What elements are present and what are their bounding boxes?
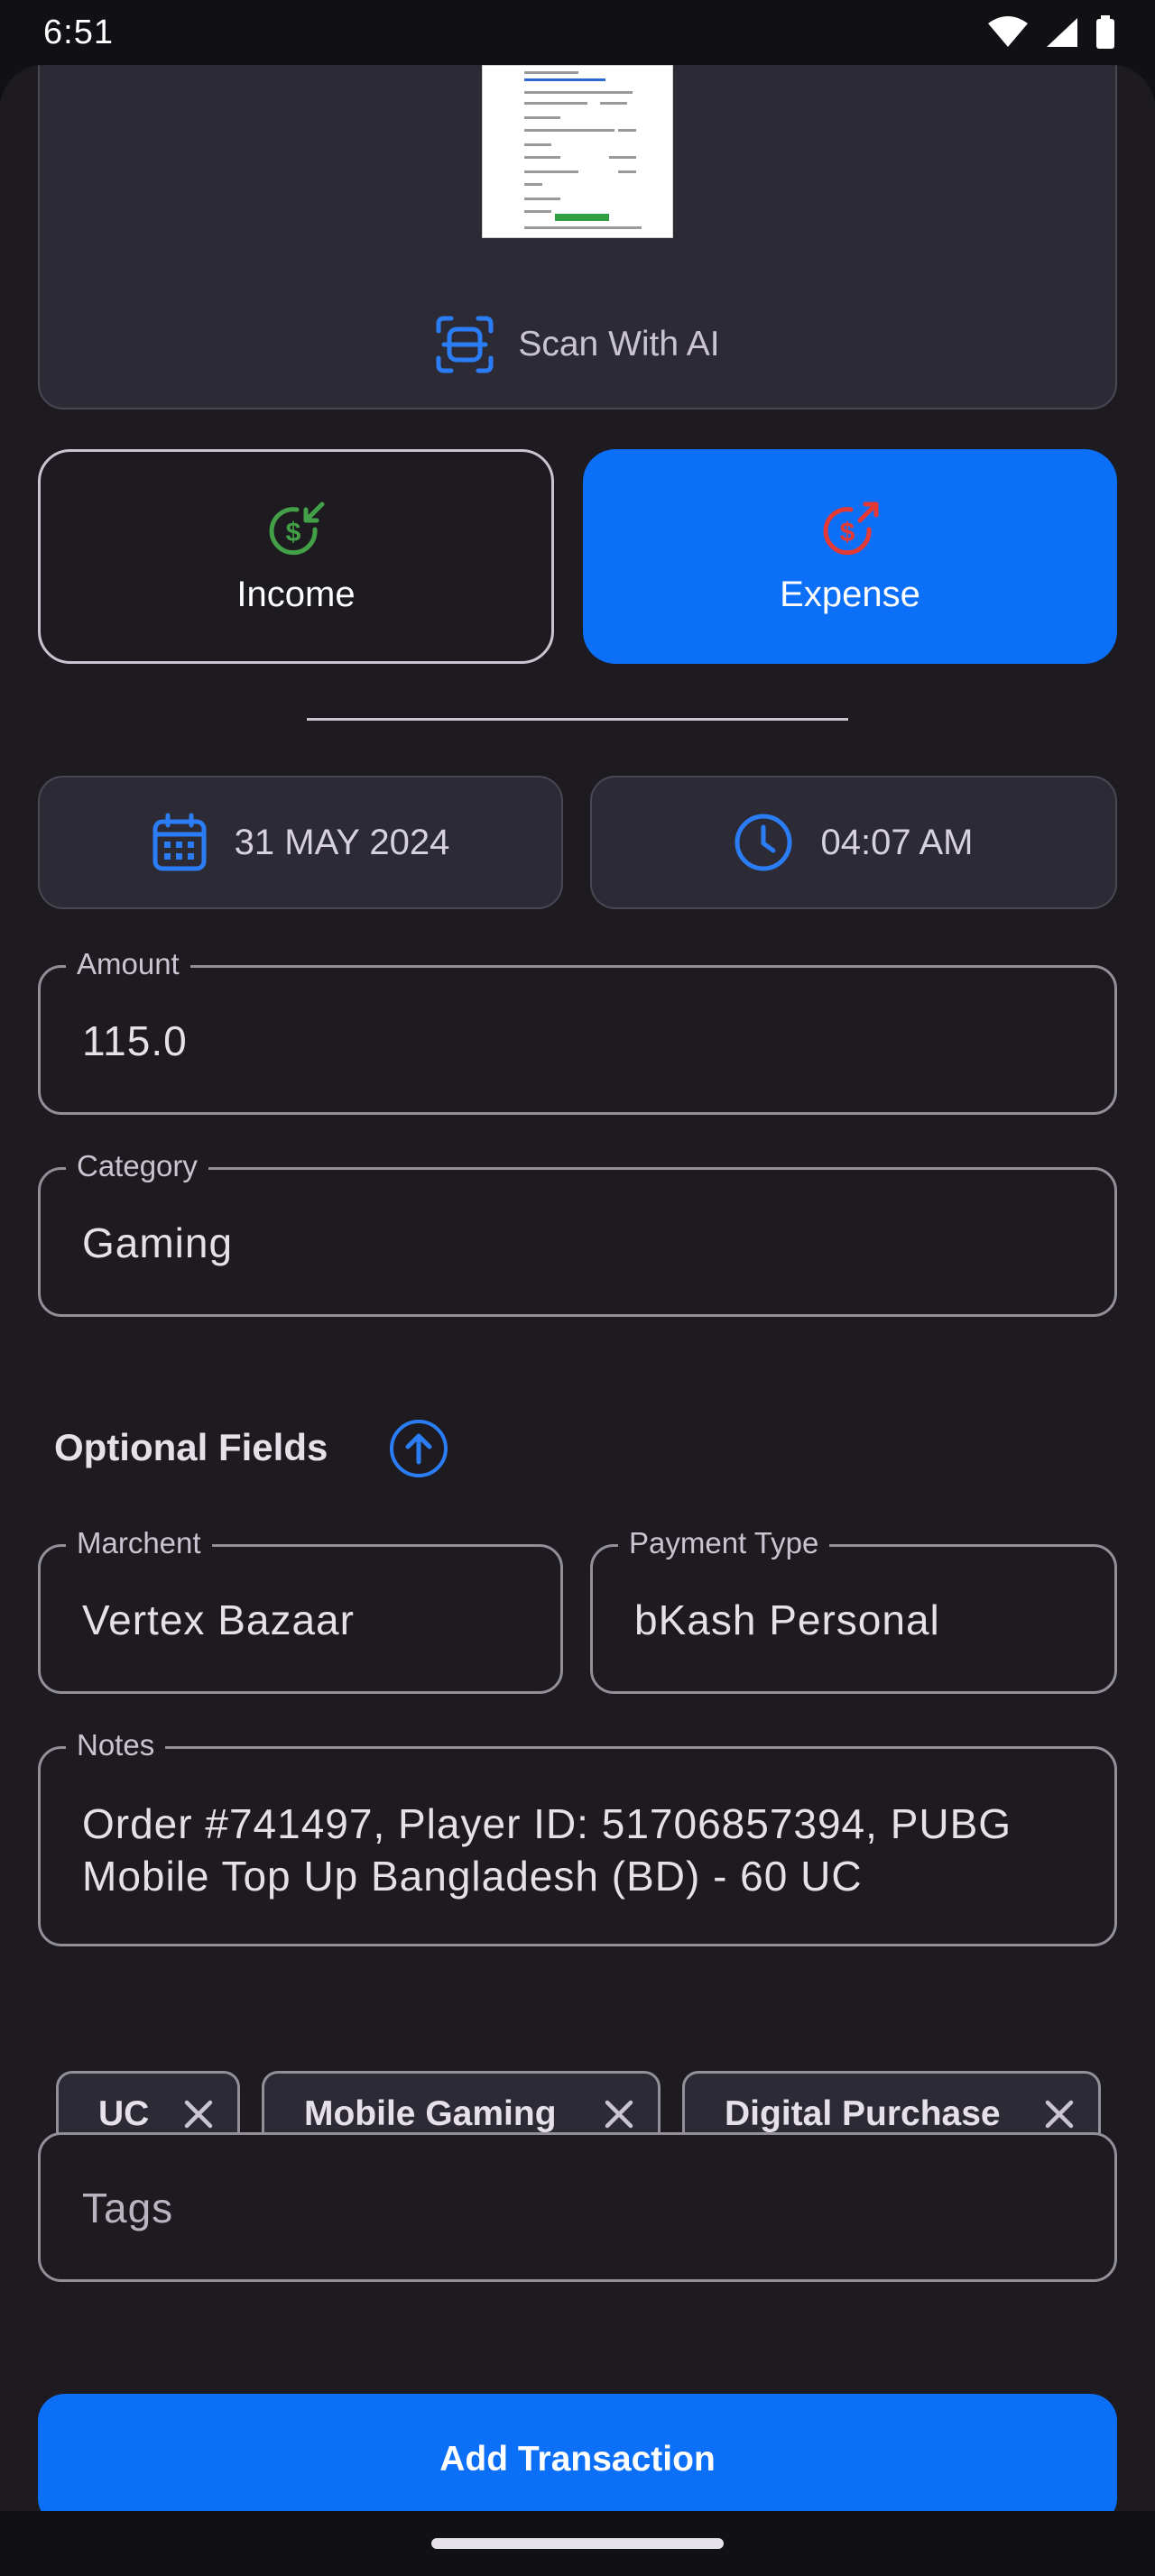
gesture-handle[interactable] — [431, 2538, 724, 2549]
amount-label: Amount — [66, 946, 190, 982]
time-value: 04:07 AM — [820, 822, 974, 862]
expense-button[interactable]: $ Expense — [583, 449, 1117, 664]
date-picker[interactable]: 31 MAY 2024 — [38, 776, 563, 909]
notes-line-1: Order #741497, Player ID: 51706857394, P… — [82, 1800, 1012, 1847]
tags-input[interactable]: Tags — [38, 2132, 1117, 2282]
income-label: Income — [236, 574, 356, 614]
clock-icon — [735, 814, 792, 871]
amount-field[interactable]: Amount 115.0 — [38, 946, 1117, 1115]
tag-chip-label: UC — [98, 2094, 150, 2133]
add-transaction-button[interactable]: Add Transaction — [38, 2394, 1117, 2511]
expense-label: Expense — [780, 574, 920, 614]
category-label: Category — [66, 1148, 208, 1184]
battery-icon — [1096, 15, 1114, 49]
optional-fields-toggle[interactable] — [390, 1420, 448, 1477]
payment-type-field[interactable]: Payment Type bKash Personal — [590, 1525, 1117, 1694]
scan-label: Scan With AI — [518, 325, 720, 363]
divider — [307, 718, 848, 721]
payment-type-value[interactable]: bKash Personal — [634, 1596, 1078, 1644]
svg-text:$: $ — [286, 518, 301, 547]
tag-chip-label: Mobile Gaming — [304, 2094, 557, 2133]
wifi-icon — [988, 16, 1028, 47]
add-transaction-label: Add Transaction — [439, 2440, 716, 2479]
calendar-icon — [152, 813, 207, 871]
notes-label: Notes — [66, 1727, 166, 1763]
status-icons — [987, 15, 1115, 50]
merchant-label: Marchent — [66, 1525, 212, 1561]
document-scanner-icon — [436, 316, 494, 373]
cellular-signal-icon — [1047, 18, 1077, 47]
close-icon[interactable] — [604, 2099, 634, 2130]
optional-fields-title: Optional Fields — [54, 1426, 328, 1468]
status-bar: 6:51 — [0, 0, 1155, 65]
transaction-form-sheet: Scan With AI $ Income $ Expense 31 MAY 2… — [0, 65, 1155, 2511]
notes-field[interactable]: Notes Order #741497, Player ID: 51706857… — [38, 1727, 1117, 1946]
status-time: 6:51 — [43, 13, 114, 51]
category-value[interactable]: Gaming — [82, 1219, 1078, 1267]
payment-type-label: Payment Type — [618, 1525, 830, 1561]
amount-value[interactable]: 115.0 — [82, 1017, 1078, 1065]
tags-placeholder: Tags — [82, 2185, 174, 2231]
arrow-up-icon — [405, 1433, 432, 1465]
notes-value[interactable]: Order #741497, Player ID: 51706857394, P… — [82, 1798, 1078, 1902]
date-value: 31 MAY 2024 — [234, 822, 450, 862]
close-icon[interactable] — [183, 2099, 214, 2130]
scan-with-ai-button[interactable]: Scan With AI — [0, 308, 1155, 381]
close-icon[interactable] — [1044, 2099, 1075, 2130]
notes-line-2: Mobile Top Up Bangladesh (BD) - 60 UC — [82, 1853, 863, 1900]
receipt-thumbnail[interactable] — [482, 65, 673, 238]
merchant-value[interactable]: Vertex Bazaar — [82, 1596, 524, 1644]
expense-icon: $ — [823, 501, 879, 555]
category-field[interactable]: Category Gaming — [38, 1148, 1117, 1317]
tag-chip-label: Digital Purchase — [725, 2094, 1001, 2133]
svg-text:$: $ — [840, 518, 855, 547]
income-button[interactable]: $ Income — [38, 449, 554, 664]
time-picker[interactable]: 04:07 AM — [590, 776, 1117, 909]
merchant-field[interactable]: Marchent Vertex Bazaar — [38, 1525, 563, 1694]
income-icon: $ — [269, 501, 325, 555]
